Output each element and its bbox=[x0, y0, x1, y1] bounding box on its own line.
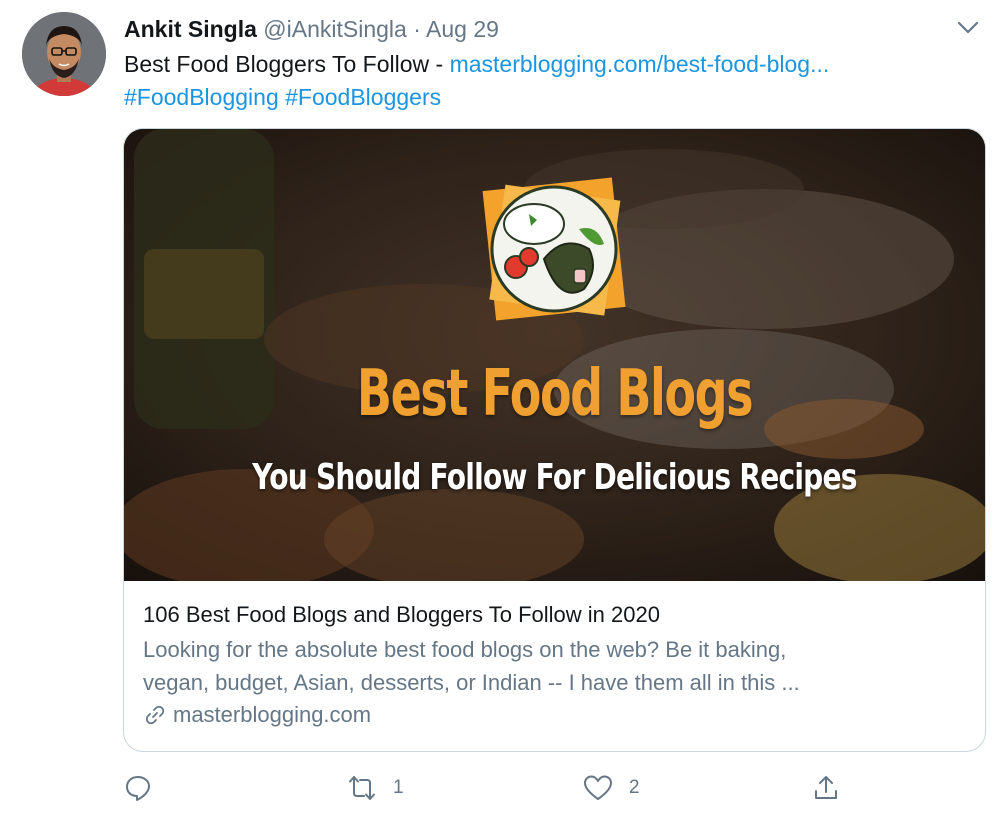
reply-icon bbox=[126, 776, 150, 801]
tweet-text-prefix: Best Food Bloggers To Follow - bbox=[124, 51, 450, 77]
tweet-text: Best Food Bloggers To Follow - masterblo… bbox=[124, 48, 954, 114]
link-icon bbox=[145, 705, 165, 725]
card-image-headline: Best Food Blogs bbox=[356, 357, 754, 431]
card-description-line: vegan, budget, Asian, desserts, or India… bbox=[143, 670, 800, 695]
like-button[interactable]: 2 bbox=[583, 768, 640, 808]
share-icon bbox=[815, 776, 837, 799]
avatar[interactable] bbox=[22, 12, 106, 96]
card-domain[interactable]: masterblogging.com bbox=[143, 699, 965, 731]
card-image: Best Food Blogs You Should Follow For De… bbox=[124, 129, 985, 581]
reply-button[interactable] bbox=[123, 768, 169, 808]
retweet-count: 1 bbox=[393, 777, 404, 798]
card-description-line: Looking for the absolute best food blogs… bbox=[143, 637, 787, 662]
like-icon bbox=[584, 775, 612, 800]
like-count: 2 bbox=[629, 777, 640, 798]
link-card[interactable]: Best Food Blogs You Should Follow For De… bbox=[123, 128, 986, 752]
card-domain-text: masterblogging.com bbox=[173, 702, 372, 727]
retweet-icon bbox=[349, 776, 375, 800]
tweet-header: Ankit Singla @iAnkitSingla · Aug 29 bbox=[124, 14, 940, 44]
tweet-date[interactable]: Aug 29 bbox=[426, 16, 499, 42]
card-image-subheadline: You Should Follow For Delicious Recipes bbox=[252, 457, 857, 498]
chevron-down-icon[interactable] bbox=[954, 14, 982, 42]
hashtag-foodblogging[interactable]: #FoodBlogging bbox=[124, 84, 279, 110]
separator-dot: · bbox=[413, 16, 421, 42]
tweet-link[interactable]: masterblogging.com/best-food-blog... bbox=[450, 51, 830, 77]
author-name[interactable]: Ankit Singla bbox=[124, 16, 257, 42]
card-description: Looking for the absolute best food blogs… bbox=[143, 633, 965, 699]
share-button[interactable] bbox=[811, 768, 841, 808]
hashtag-foodbloggers[interactable]: #FoodBloggers bbox=[285, 84, 441, 110]
card-body: 106 Best Food Blogs and Bloggers To Foll… bbox=[124, 581, 985, 731]
tweet-actions: 1 2 bbox=[123, 768, 863, 808]
retweet-button[interactable]: 1 bbox=[347, 768, 404, 808]
author-handle[interactable]: @iAnkitSingla bbox=[263, 16, 407, 42]
card-title[interactable]: 106 Best Food Blogs and Bloggers To Foll… bbox=[143, 599, 965, 631]
